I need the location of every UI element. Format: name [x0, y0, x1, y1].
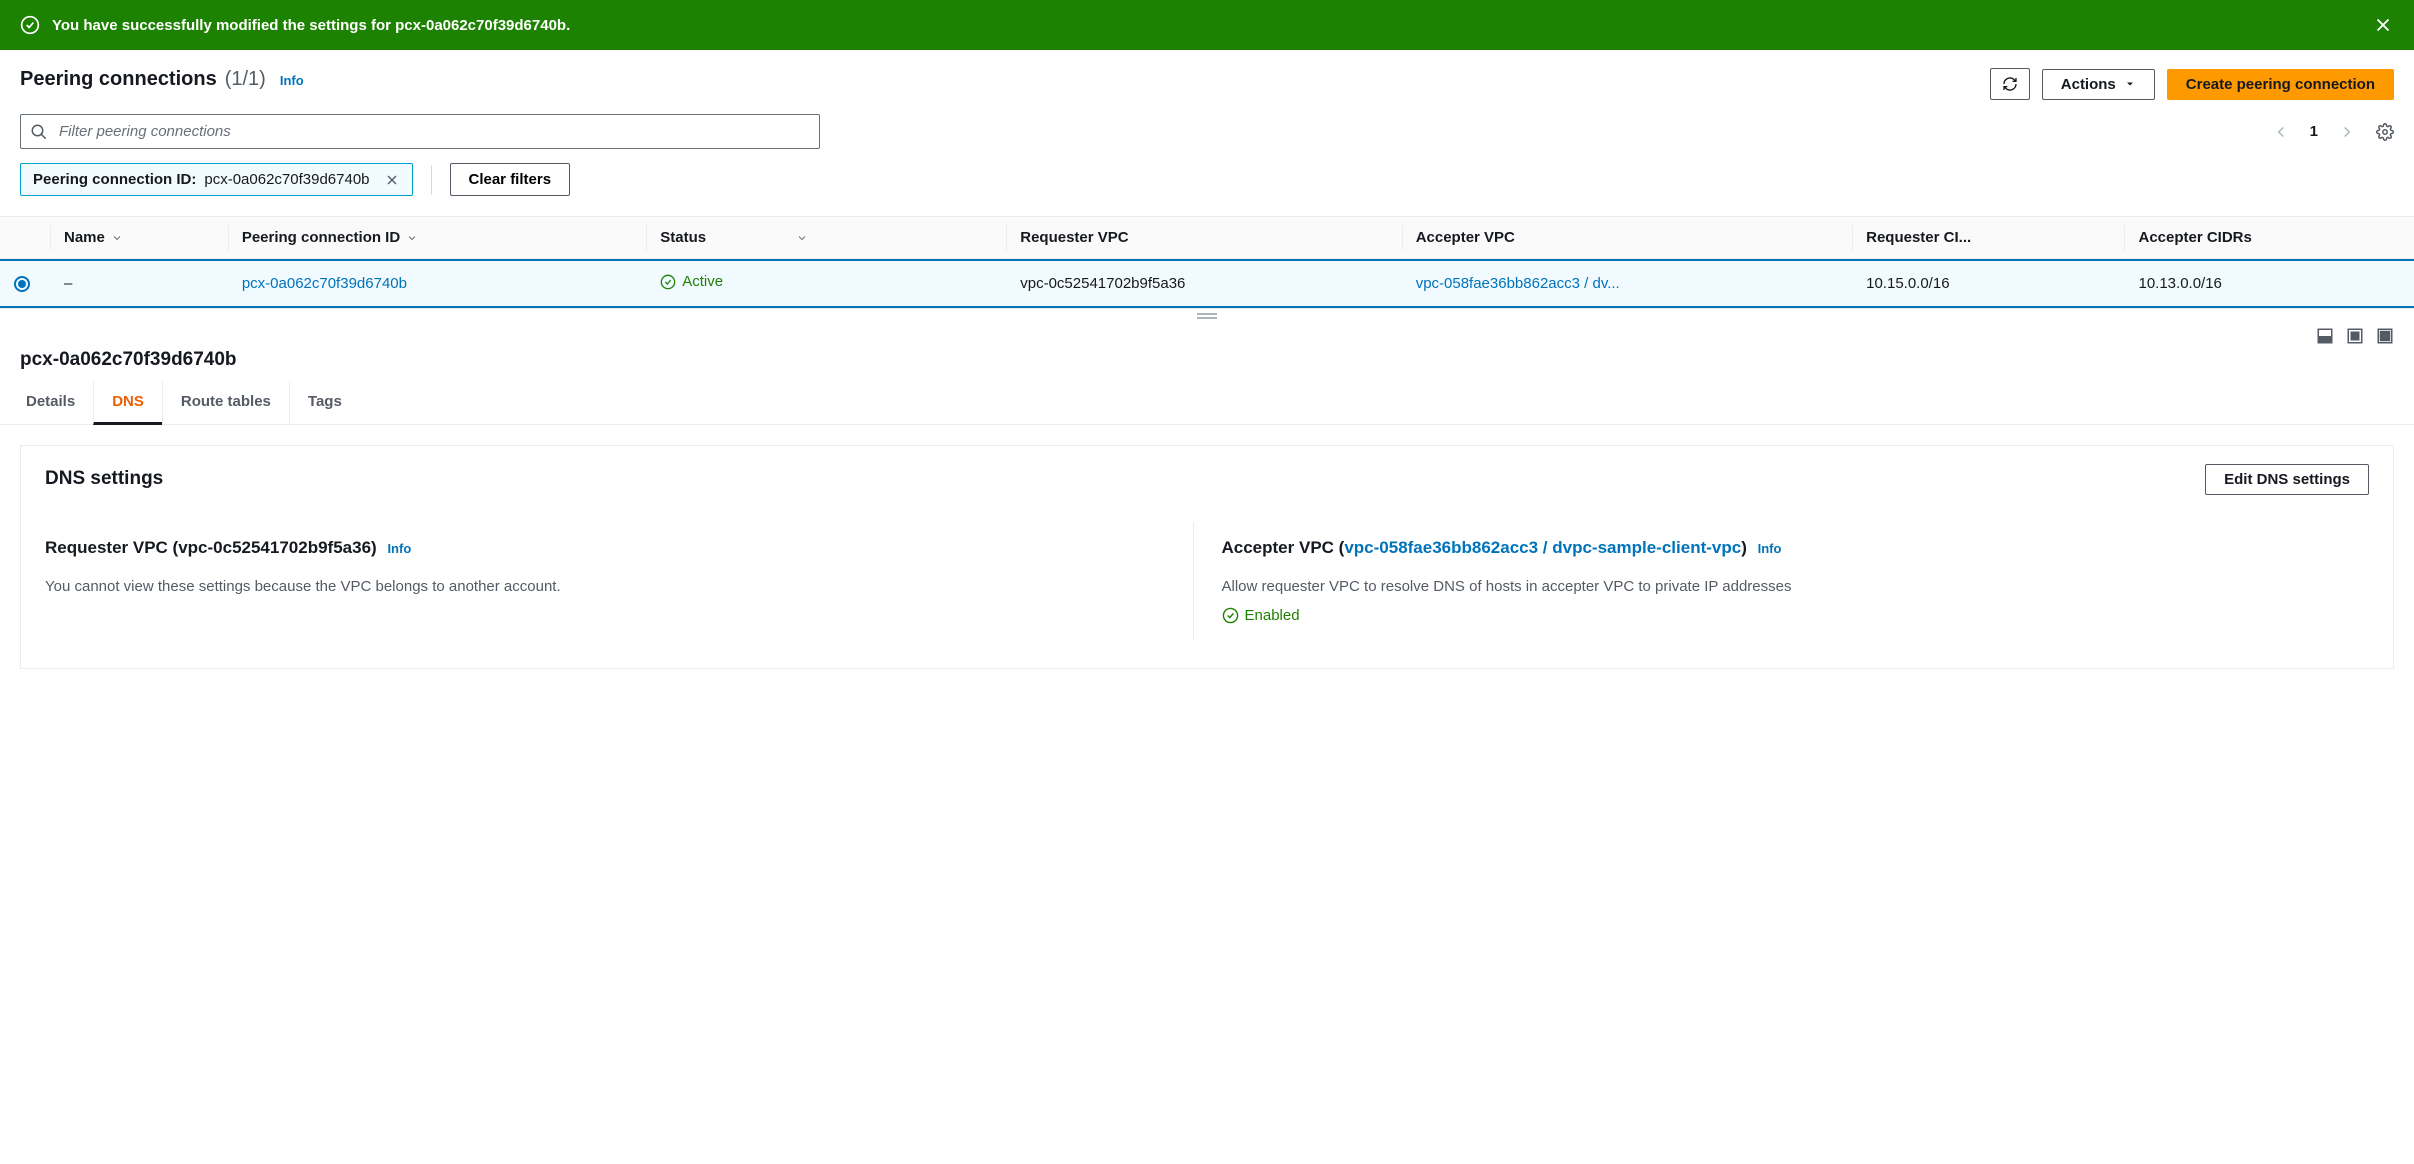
layout-option-icon[interactable]: [2346, 327, 2364, 345]
layout-option-icon[interactable]: [2376, 327, 2394, 345]
prev-page-icon[interactable]: [2272, 123, 2290, 141]
cell-status: Active: [660, 273, 723, 290]
filter-row: Peering connection ID: pcx-0a062c70f39d6…: [20, 163, 2394, 196]
col-req-cidr[interactable]: Requester CI...: [1852, 217, 2124, 259]
search-row: 1: [20, 114, 2394, 149]
clear-filters-button[interactable]: Clear filters: [450, 163, 571, 196]
info-link[interactable]: Info: [1758, 541, 1782, 556]
gear-icon[interactable]: [2376, 123, 2394, 141]
tab-tags[interactable]: Tags: [289, 381, 360, 424]
acc-body-text: Allow requester VPC to resolve DNS of ho…: [1222, 576, 2370, 597]
layout-option-icon[interactable]: [2316, 327, 2334, 345]
item-count: (1/1): [225, 68, 266, 91]
cell-acc-cidr: 10.13.0.0/16: [2124, 259, 2414, 309]
filter-chip[interactable]: Peering connection ID: pcx-0a062c70f39d6…: [20, 163, 413, 196]
col-name[interactable]: Name: [50, 217, 228, 259]
req-body-text: You cannot view these settings because t…: [45, 576, 1193, 597]
enabled-label: Enabled: [1245, 607, 1300, 624]
tab-details[interactable]: Details: [20, 381, 93, 424]
success-icon: [20, 15, 40, 35]
sort-icon: [406, 232, 418, 244]
tabs: Details DNS Route tables Tags: [0, 381, 2414, 425]
divider: [431, 165, 432, 195]
dns-enabled-status: Enabled: [1222, 607, 2370, 624]
create-peering-button[interactable]: Create peering connection: [2167, 69, 2394, 100]
status-ok-icon: [660, 274, 676, 290]
col-status[interactable]: Status: [646, 217, 1006, 259]
tab-route-tables[interactable]: Route tables: [162, 381, 289, 424]
cell-acc-vpc-link[interactable]: vpc-058fae36bb862acc3 / dv...: [1416, 275, 1620, 292]
col-acc-vpc[interactable]: Accepter VPC: [1402, 217, 1852, 259]
cell-req-cidr: 10.15.0.0/16: [1852, 259, 2124, 309]
acc-suffix: ): [1741, 538, 1747, 557]
refresh-button[interactable]: [1990, 68, 2030, 100]
tab-dns[interactable]: DNS: [93, 381, 162, 425]
req-vpc-id: vpc-0c52541702b9f5a36: [178, 538, 371, 557]
detail-layout-controls: [0, 323, 2414, 349]
remove-chip-icon[interactable]: [384, 172, 400, 188]
row-radio[interactable]: [14, 276, 30, 292]
next-page-icon[interactable]: [2338, 123, 2356, 141]
close-icon[interactable]: [2372, 14, 2394, 36]
caret-down-icon: [2124, 78, 2136, 90]
resize-handle[interactable]: [0, 309, 2414, 323]
refresh-icon: [2002, 76, 2018, 92]
search-icon: [30, 123, 48, 141]
actions-button[interactable]: Actions: [2042, 69, 2155, 100]
banner-message: You have successfully modified the setti…: [52, 17, 570, 34]
status-ok-icon: [1222, 607, 1239, 624]
sort-icon: [796, 232, 808, 244]
col-acc-cidr[interactable]: Accepter CIDRs: [2124, 217, 2414, 259]
chip-label: Peering connection ID:: [33, 171, 196, 188]
page-number: 1: [2310, 123, 2318, 140]
req-suffix: ): [371, 538, 377, 557]
cell-name: –: [50, 259, 228, 309]
acc-prefix: Accepter VPC (: [1222, 538, 1345, 557]
pager: 1: [2272, 123, 2394, 141]
chip-value: pcx-0a062c70f39d6740b: [204, 171, 369, 188]
info-link[interactable]: Info: [280, 73, 304, 88]
col-pcx[interactable]: Peering connection ID: [228, 217, 646, 259]
table: Name Peering connection ID Status Reques…: [0, 216, 2414, 309]
req-prefix: Requester VPC (: [45, 538, 178, 557]
actions-label: Actions: [2061, 76, 2116, 93]
dns-settings-card: DNS settings Edit DNS settings Requester…: [20, 445, 2394, 669]
table-row[interactable]: – pcx-0a062c70f39d6740b Active vpc-0c525…: [0, 259, 2414, 309]
page-header: Peering connections (1/1) Info Actions C…: [20, 68, 2394, 100]
sort-icon: [111, 232, 123, 244]
search-input[interactable]: [20, 114, 820, 149]
edit-dns-button[interactable]: Edit DNS settings: [2205, 464, 2369, 495]
cell-pcx-link[interactable]: pcx-0a062c70f39d6740b: [242, 275, 407, 292]
info-link[interactable]: Info: [387, 541, 411, 556]
success-banner: You have successfully modified the setti…: [0, 0, 2414, 50]
cell-req-vpc: vpc-0c52541702b9f5a36: [1006, 259, 1401, 309]
page-title: Peering connections: [20, 68, 217, 91]
acc-vpc-link[interactable]: vpc-058fae36bb862acc3 / dvpc-sample-clie…: [1344, 538, 1741, 557]
col-req-vpc[interactable]: Requester VPC: [1006, 217, 1401, 259]
detail-title: pcx-0a062c70f39d6740b: [0, 349, 2414, 381]
requester-vpc-section: Requester VPC (vpc-0c52541702b9f5a36) In…: [45, 522, 1193, 640]
accepter-vpc-section: Accepter VPC (vpc-058fae36bb862acc3 / dv…: [1193, 522, 2370, 640]
dns-settings-heading: DNS settings: [45, 468, 163, 490]
